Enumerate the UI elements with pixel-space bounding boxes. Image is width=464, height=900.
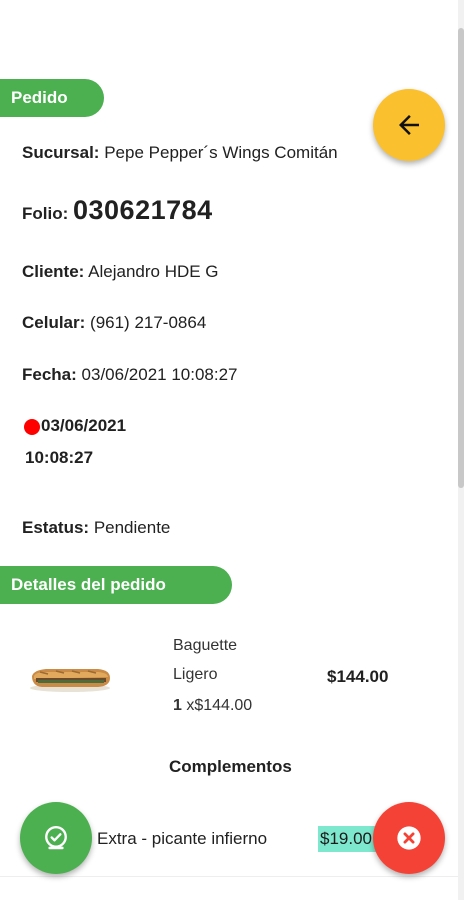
scrollbar-thumb[interactable] xyxy=(458,28,464,488)
complementos-title: Complementos xyxy=(169,757,292,776)
estatus-row: Estatus: Pendiente xyxy=(22,518,170,538)
fecha-value: 03/06/2021 10:08:27 xyxy=(81,365,238,384)
product-quantity-line: 1 x$144.00 xyxy=(173,697,252,715)
estatus-value: Pendiente xyxy=(93,518,171,537)
sucursal-value: Pepe Pepper´s Wings Comitán xyxy=(104,143,338,162)
product-unit-price: x$144.00 xyxy=(186,697,253,714)
fecha-row: Fecha: 03/06/2021 10:08:27 xyxy=(22,365,238,385)
product-total: $144.00 xyxy=(327,667,389,686)
folio-value: 030621784 xyxy=(73,195,213,225)
celular-row: Celular: (961) 217-0864 xyxy=(22,313,206,333)
product-name: Baguette xyxy=(173,637,238,654)
cancel-order-button[interactable] xyxy=(373,802,445,874)
section-header-pedido: Pedido xyxy=(0,79,104,117)
estatus-label: Estatus: xyxy=(22,518,90,537)
scrollbar[interactable] xyxy=(458,0,464,900)
cliente-value: Alejandro HDE G xyxy=(88,262,219,281)
check-badge-icon xyxy=(45,825,67,850)
cliente-label: Cliente: xyxy=(22,262,85,281)
deadline-time: 10:08:27 xyxy=(25,448,94,467)
folio-row: Folio: 030621784 xyxy=(22,195,213,226)
order-detail-screen: Pedido Sucursal: Pepe Pepper´s Wings Com… xyxy=(0,0,464,900)
celular-label: Celular: xyxy=(22,313,86,332)
folio-label: Folio: xyxy=(22,204,69,223)
cliente-row: Cliente: Alejandro HDE G xyxy=(22,262,219,282)
sucursal-row: Sucursal: Pepe Pepper´s Wings Comitán xyxy=(22,143,338,163)
close-circle-icon xyxy=(397,826,421,850)
fecha-label: Fecha: xyxy=(22,365,77,384)
deadline-date: 03/06/2021 xyxy=(41,416,127,435)
status-dot-icon xyxy=(24,419,40,435)
back-button[interactable] xyxy=(373,89,445,161)
product-quantity: 1 xyxy=(173,697,182,714)
section-header-detalles: Detalles del pedido xyxy=(0,566,232,604)
arrow-left-icon xyxy=(399,115,419,135)
product-variant: Ligero xyxy=(173,666,218,683)
accept-order-button[interactable] xyxy=(20,802,92,874)
complemento-name: Extra - picante infierno xyxy=(97,829,268,848)
celular-value: (961) 217-0864 xyxy=(90,313,207,332)
divider xyxy=(0,876,458,877)
sucursal-label: Sucursal: xyxy=(22,143,100,162)
product-image xyxy=(30,669,110,692)
